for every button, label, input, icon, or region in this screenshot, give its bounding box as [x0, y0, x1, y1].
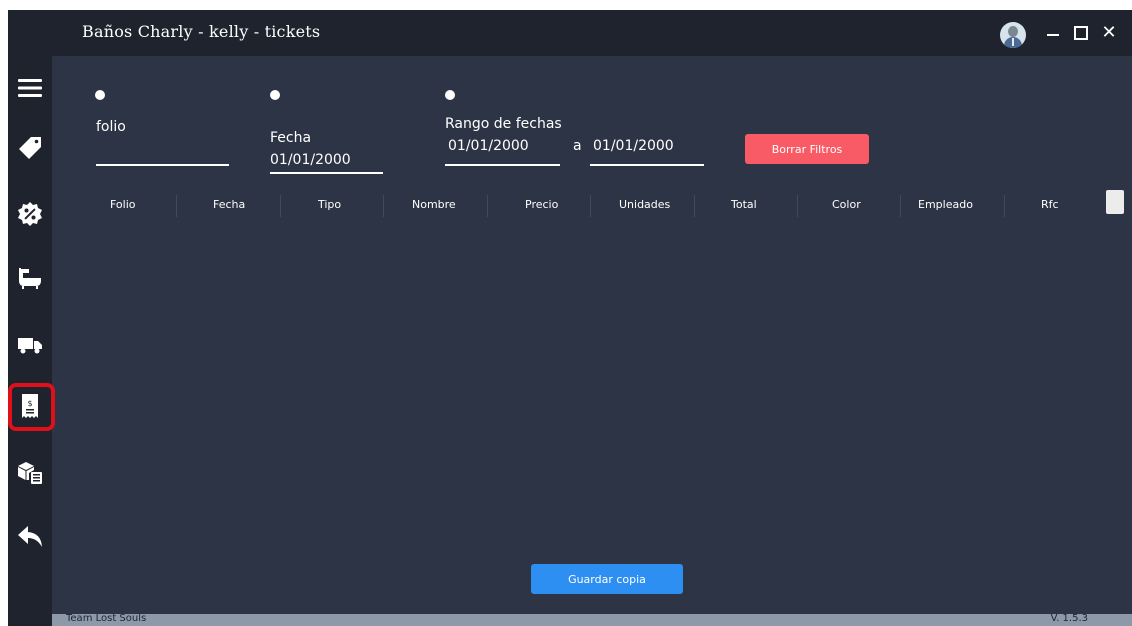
boxes-icon: [18, 462, 42, 484]
title-bar: Baños Charly - kelly - tickets ✕: [52, 10, 1132, 56]
filter-folio-label: folio: [96, 119, 126, 135]
column-header-rfc[interactable]: Rfc: [1041, 189, 1059, 219]
sidebar: $: [8, 10, 55, 626]
column-separator: [694, 195, 695, 217]
minimize-button[interactable]: [1040, 20, 1066, 46]
filter-fecha-input[interactable]: 01/01/2000: [270, 152, 351, 168]
selected-item-highlight: [8, 383, 55, 431]
column-header-fecha[interactable]: Fecha: [213, 189, 245, 219]
team-credit: Team Lost Souls: [66, 614, 147, 624]
tickets-table-header: Folio Fecha Tipo Nombre Precio Unidades …: [52, 189, 1104, 219]
filter-rango-label: Rango de fechas: [445, 116, 562, 132]
column-header-nombre[interactable]: Nombre: [412, 189, 456, 219]
filter-fecha-underline: [270, 172, 383, 174]
clear-filters-button[interactable]: Borrar Filtros: [745, 134, 869, 164]
filter-fecha-label: Fecha: [270, 130, 312, 146]
column-separator: [797, 195, 798, 217]
column-header-folio[interactable]: Folio: [110, 189, 136, 219]
column-header-unidades[interactable]: Unidades: [619, 189, 670, 219]
tickets-content: folio Fecha 01/01/2000 Rango de fechas 0…: [52, 56, 1132, 614]
user-avatar-icon[interactable]: [1000, 22, 1026, 48]
column-separator: [487, 195, 488, 217]
filter-rango-from-underline: [445, 164, 560, 166]
table-scrollbar[interactable]: [1106, 190, 1124, 214]
filter-rango-to-underline: [590, 164, 704, 166]
column-separator: [280, 195, 281, 217]
column-separator: [1004, 195, 1005, 217]
maximize-button[interactable]: [1068, 20, 1094, 46]
minimize-icon: [1047, 34, 1059, 36]
reply-arrow-icon: [18, 526, 42, 547]
column-separator: [900, 195, 901, 217]
percent-badge-icon: [18, 202, 42, 226]
filter-rango-radio[interactable]: [445, 90, 455, 100]
sidebar-item-deliveries[interactable]: [14, 328, 46, 360]
column-separator: [176, 195, 177, 217]
filter-folio-underline: [96, 164, 229, 166]
app-window: $ Baños Charly - kelly - tickets ✕ folio…: [8, 10, 1132, 626]
filter-rango-to-input[interactable]: 01/01/2000: [593, 138, 674, 154]
close-icon: ✕: [1101, 22, 1117, 43]
column-header-empleado[interactable]: Empleado: [918, 189, 973, 219]
sidebar-item-menu[interactable]: [14, 72, 46, 104]
sale-tag-icon: [19, 137, 41, 159]
truck-icon: [18, 338, 42, 354]
close-button[interactable]: ✕: [1096, 20, 1122, 46]
column-header-tipo[interactable]: Tipo: [318, 189, 341, 219]
column-header-total[interactable]: Total: [731, 189, 757, 219]
column-separator: [590, 195, 591, 217]
status-bar: Team Lost Souls V. 1.5.3: [52, 614, 1132, 626]
bathtub-icon: [19, 268, 41, 289]
maximize-icon: [1074, 26, 1088, 40]
column-separator: [383, 195, 384, 217]
column-header-color[interactable]: Color: [832, 189, 861, 219]
filter-fecha-radio[interactable]: [270, 90, 280, 100]
sidebar-item-inventory[interactable]: [14, 456, 46, 488]
sidebar-item-sales[interactable]: [14, 132, 46, 164]
window-title: Baños Charly - kelly - tickets: [82, 22, 321, 41]
filter-rango-separator: a: [573, 138, 582, 154]
filter-rango-from-input[interactable]: 01/01/2000: [448, 138, 529, 154]
sidebar-item-back[interactable]: [14, 520, 46, 552]
filter-folio-input[interactable]: [96, 144, 229, 162]
hamburger-menu-icon: [18, 79, 42, 97]
version-label: V. 1.5.3: [1050, 614, 1088, 624]
sidebar-item-discounts[interactable]: [14, 198, 46, 230]
filter-folio-radio[interactable]: [95, 90, 105, 100]
column-header-precio[interactable]: Precio: [525, 189, 558, 219]
sidebar-item-products[interactable]: [14, 262, 46, 294]
save-copy-button[interactable]: Guardar copia: [531, 564, 683, 594]
